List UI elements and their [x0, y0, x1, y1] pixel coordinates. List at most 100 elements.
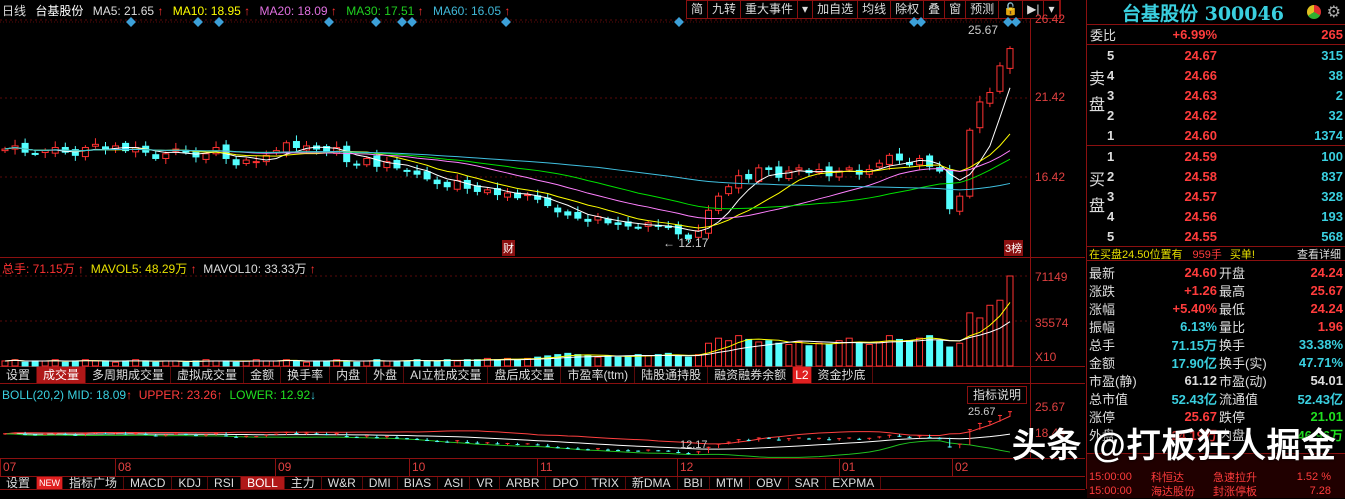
stat-label: 总市值: [1089, 391, 1129, 407]
bottom-tab[interactable]: VR: [470, 477, 501, 490]
stat-label: 换手(实): [1219, 355, 1267, 371]
news-row[interactable]: 15:00:00 科恒达 急速拉升 1.52 %: [1087, 470, 1345, 484]
bottom-tab[interactable]: MTM: [710, 477, 751, 490]
volume-bar: [172, 360, 180, 367]
axis-divider: [1030, 18, 1031, 458]
price-tick: 21.42: [1035, 90, 1066, 104]
bottom-tab[interactable]: DPO: [546, 477, 586, 490]
financial-report-marker[interactable]: 财: [502, 240, 515, 256]
stat-row: 总手 71.15万 换手 33.38%: [1087, 335, 1345, 353]
stat-label: 涨幅: [1089, 301, 1116, 317]
candle-body: [282, 142, 290, 153]
candle-body: [775, 166, 783, 178]
volume-bar: [453, 360, 461, 367]
level: 3: [1107, 87, 1115, 103]
price: 24.55: [1184, 228, 1217, 244]
news-field: 1.52 %: [1296, 471, 1331, 483]
candle-body: [614, 222, 622, 225]
kline-chart[interactable]: [0, 0, 1030, 476]
dragon-tiger-marker[interactable]: 3榜: [1004, 240, 1024, 256]
bottom-tab[interactable]: EXPMA: [826, 477, 882, 490]
buy-level-row: 3 24.57 328: [1107, 186, 1345, 206]
volume-bar: [162, 360, 170, 367]
bottom-tab[interactable]: 指标广场: [63, 477, 125, 490]
candle-body: [363, 157, 371, 166]
volume-bar: [393, 360, 401, 367]
quote-panel: 台基股份 300046 ⚙ 委比 +6.99% 265 卖盘 5 24.67 315…: [1086, 0, 1345, 498]
order-notice: 在买盘24.50位置有 959手 买单! 查看详细: [1087, 247, 1345, 261]
bottom-tab[interactable]: W&R: [322, 477, 363, 490]
stat-value: +5.40%: [1172, 300, 1217, 316]
candle-body: [755, 167, 763, 182]
volume-bar: [875, 341, 883, 367]
bottom-tab[interactable]: OBV: [750, 477, 789, 490]
ma10-line: [4, 133, 1011, 229]
bottom-tab[interactable]: ARBR: [500, 477, 547, 490]
stat-row: 最新 24.60 开盘 24.24: [1087, 263, 1345, 281]
bottom-tab[interactable]: MACD: [124, 477, 173, 490]
price: 24.56: [1184, 208, 1217, 224]
candle-body: [584, 218, 592, 222]
candle-body: [916, 157, 924, 166]
stat-value: 24.24: [1310, 300, 1343, 316]
bottom-tab[interactable]: NEW: [37, 477, 64, 489]
bottom-tab[interactable]: ASI: [438, 477, 471, 490]
price: 24.57: [1184, 188, 1217, 204]
pie-chart-icon[interactable]: [1307, 5, 1321, 19]
news-row[interactable]: 15:00:00 海达股份 封涨停板 7.28: [1087, 484, 1345, 498]
bottom-tab[interactable]: KDJ: [172, 477, 209, 490]
volume-bar: [996, 299, 1004, 367]
price: 24.66: [1184, 67, 1217, 83]
bottom-tab[interactable]: BBI: [678, 477, 710, 490]
volume: 315: [1321, 47, 1343, 63]
stat-row: 市盈(静) 61.12 市盈(动) 54.01: [1087, 371, 1345, 389]
volume: 2: [1335, 87, 1343, 103]
bottom-tab[interactable]: SAR: [789, 477, 827, 490]
notice-kind: 买单!: [1229, 248, 1255, 261]
volume-bar: [343, 360, 351, 367]
bottom-tab[interactable]: 设置: [0, 477, 38, 490]
candle-body: [423, 171, 431, 180]
bottom-tab[interactable]: 新DMA: [626, 477, 678, 490]
volume-bar: [644, 355, 652, 367]
volume-bar: [142, 360, 150, 367]
stat-value: 6.13%: [1180, 318, 1217, 334]
volume-bar: [292, 360, 300, 367]
volume-bar: [855, 342, 863, 367]
gear-icon[interactable]: ⚙: [1327, 2, 1341, 22]
buy-level-row: 5 24.55 568: [1107, 226, 1345, 246]
volume: 38: [1328, 67, 1343, 83]
volume-bar: [363, 360, 371, 367]
candle-body: [674, 224, 682, 235]
bottom-tab[interactable]: BOLL: [241, 477, 285, 490]
level: 3: [1107, 188, 1115, 204]
volume-bar: [323, 360, 331, 367]
volume-bar: [433, 360, 441, 367]
volume: 193: [1321, 208, 1343, 224]
bottom-tab[interactable]: 主力: [285, 477, 322, 490]
candle-body: [242, 159, 250, 164]
stat-value: 1.96: [1317, 318, 1343, 334]
stat-row: 涨跌 +1.26 最高 25.67: [1087, 281, 1345, 299]
view-detail-link[interactable]: 查看详细: [1297, 246, 1345, 262]
stat-label: 涨跌: [1089, 283, 1116, 299]
volume-bar: [674, 355, 682, 367]
candle-body: [91, 143, 99, 147]
volume-bar: [152, 361, 160, 367]
volume-bar: [61, 361, 69, 367]
bottom-tab[interactable]: DMI: [363, 477, 398, 490]
bottom-tab[interactable]: TRIX: [586, 477, 626, 490]
stats-table: 最新 24.60 开盘 24.24 涨跌 +1.26 最高 25.67 涨幅 +5.40% 最低 24…: [1087, 261, 1345, 443]
boll-tick: 25.67: [1035, 400, 1066, 414]
bottom-tab[interactable]: BIAS: [398, 477, 439, 490]
volume-bar: [936, 340, 944, 367]
candle-body: [885, 154, 893, 165]
event-diamond-icon: [1011, 17, 1021, 27]
volume-bar: [735, 335, 743, 367]
bottom-tab[interactable]: RSI: [208, 477, 242, 490]
volume-bar: [212, 360, 220, 367]
volume-bar: [976, 317, 984, 367]
stat-label: 流通值: [1219, 391, 1259, 407]
event-diamond-icon: [126, 17, 136, 27]
price: 24.62: [1184, 107, 1217, 123]
